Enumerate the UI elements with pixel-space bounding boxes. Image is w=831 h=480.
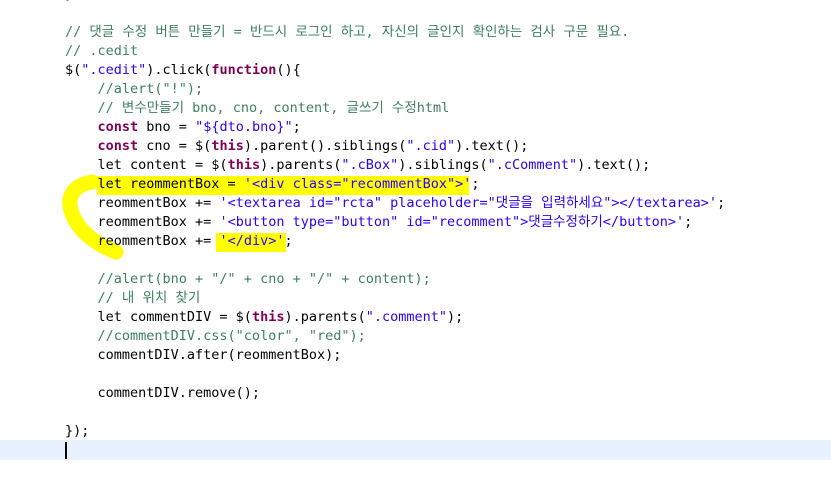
code-token: reommentBox += [65, 233, 220, 249]
code-token: ).click( [146, 62, 212, 78]
code-line: //commentDIV.css("color", "red"); [65, 327, 366, 346]
code-token: this [251, 309, 285, 325]
code-line: commentDIV.remove(); [65, 384, 261, 403]
code-token: ; [471, 176, 480, 192]
code-token: // .cedit [65, 43, 139, 59]
code-line: // .cedit [65, 42, 138, 61]
code-token: commentDIV.after(reommentBox); [65, 347, 342, 363]
code-token: this [227, 157, 261, 173]
code-token: this [211, 138, 244, 154]
code-token: '<textarea id="rcta" placeholder="댓글을 입력… [219, 195, 718, 211]
code-token: function [211, 62, 277, 78]
code-token: // 내 위치 찾기 [65, 290, 201, 306]
code-token: '</div>' [219, 233, 285, 249]
code-token: ; [717, 195, 726, 211]
code-token: let reommentBox = [65, 176, 244, 192]
code-editor[interactable]: }); // 댓글 수정 버튼 만들기 = 반드시 로그인 하고, 자신의 글인지… [0, 0, 831, 480]
code-token: ; [684, 214, 693, 230]
code-line: let commentDIV = $(this).parents(".comme… [65, 308, 464, 327]
code-token: reommentBox += [65, 195, 220, 211]
code-token: ".cid" [406, 138, 456, 154]
code-line: }); [65, 422, 89, 441]
code-line: // 내 위치 찾기 [65, 289, 201, 308]
code-line: //alert(bno + "/" + cno + "/" + content)… [65, 270, 431, 289]
code-token: ".cedit" [81, 62, 147, 78]
code-token: ".comment" [365, 309, 448, 325]
code-line: commentDIV.after(reommentBox); [65, 346, 342, 365]
code-token: // 댓글 수정 버튼 만들기 = 반드시 로그인 하고, 자신의 글인지 확인… [65, 24, 630, 40]
text-cursor [65, 442, 67, 459]
code-token: ).text(); [577, 157, 651, 173]
code-token: ).parents( [284, 309, 366, 325]
code-token: ).parent().siblings( [243, 138, 407, 154]
code-token: let commentDIV = $( [65, 309, 252, 325]
code-token: ; [284, 233, 293, 249]
code-line: reommentBox += '<textarea id="rcta" plac… [65, 194, 726, 213]
code-token: $( [65, 62, 82, 78]
code-line: // 변수만들기 bno, cno, content, 글쓰기 수정html [65, 99, 450, 118]
code-token: // 변수만들기 bno, cno, content, 글쓰기 수정html [65, 100, 450, 116]
code-token: '<div class="recommentBox">' [243, 176, 472, 192]
code-token: (){ [276, 62, 301, 78]
code-token: cno = $( [138, 138, 212, 154]
code-line: const cno = $(this).parent().siblings(".… [65, 137, 529, 156]
code-token: //alert("!"); [65, 81, 204, 97]
code-line: let reommentBox = '<div class="recomment… [65, 175, 480, 194]
code-line: $(".cedit").click(function(){ [65, 61, 301, 80]
code-line: }); [65, 0, 89, 4]
code-token: ); [447, 309, 464, 325]
code-token: }); [65, 0, 89, 2]
code-token: reommentBox += [65, 214, 220, 230]
code-line: //alert("!"); [65, 80, 204, 99]
code-line: reommentBox += '</div>'; [65, 232, 293, 251]
code-line: let content = $(this).parents(".cBox").s… [65, 156, 651, 175]
code-token: const [97, 138, 139, 154]
code-token: ; [292, 119, 301, 135]
code-line: // 댓글 수정 버튼 만들기 = 반드시 로그인 하고, 자신의 글인지 확인… [65, 23, 629, 42]
code-line: const bno = "${dto.bno}"; [65, 118, 301, 137]
code-token: commentDIV.remove(); [65, 385, 261, 401]
code-token: ".cComment" [487, 157, 578, 173]
code-token: ).parents( [260, 157, 342, 173]
code-token: ".cBox" [341, 157, 399, 173]
code-token: //alert(bno + "/" + cno + "/" + content)… [65, 271, 431, 287]
code-token: bno = [138, 119, 196, 135]
code-token: }); [65, 423, 90, 439]
code-line: reommentBox += '<button type="button" id… [65, 213, 693, 232]
code-token: '<button type="button" id="recomment">댓글… [219, 214, 685, 230]
code-token: const [97, 119, 139, 135]
code-token: ).text(); [455, 138, 529, 154]
code-token: "${dto.bno}" [195, 119, 293, 135]
code-token: ).siblings( [398, 157, 488, 173]
code-token: //commentDIV.css("color", "red"); [65, 328, 366, 344]
code-token: let content = $( [65, 157, 228, 173]
